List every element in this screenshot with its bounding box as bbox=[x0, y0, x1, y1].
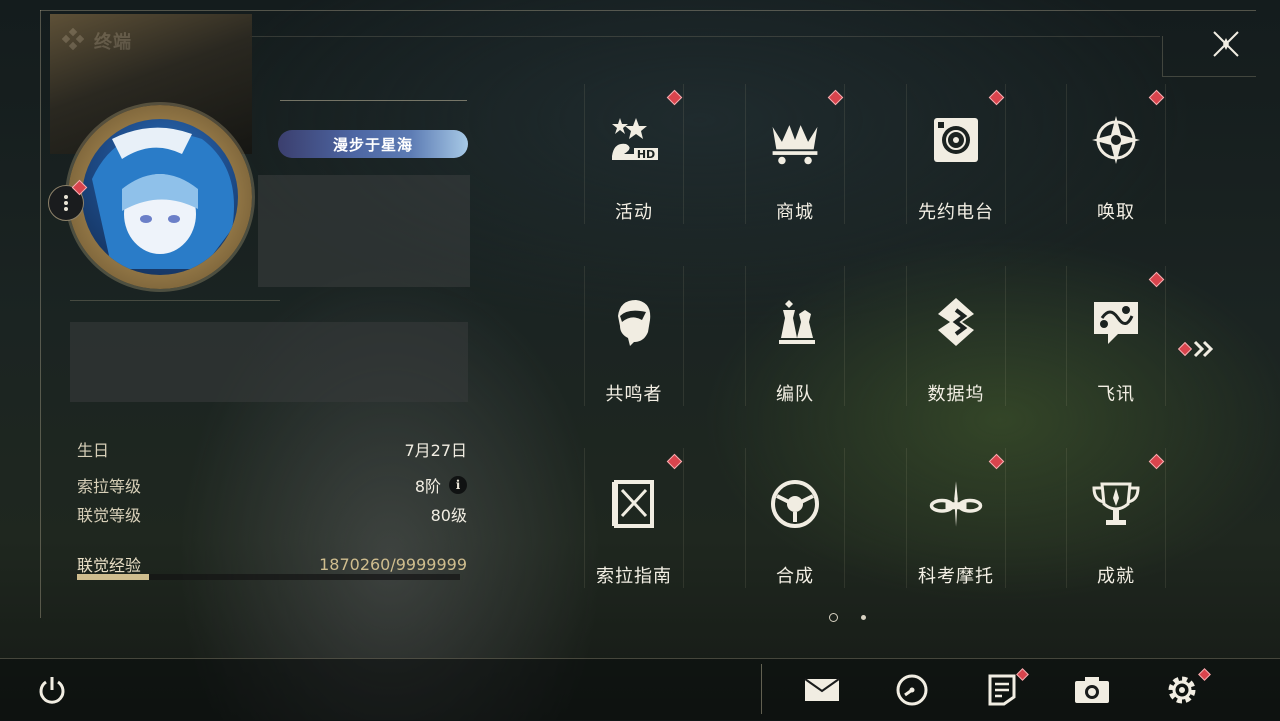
menu-item-frame bbox=[584, 266, 684, 406]
settings-button[interactable] bbox=[1162, 668, 1211, 710]
sola-level-row: 索拉等级 8阶 i bbox=[77, 473, 467, 497]
union-exp-label: 联觉经验 bbox=[77, 556, 142, 575]
next-page-badge bbox=[1177, 341, 1193, 357]
birthday-row: 生日 7月27日 bbox=[77, 437, 467, 461]
name-underline bbox=[280, 100, 467, 101]
mail-icon bbox=[804, 678, 840, 701]
union-exp-value: 1870260/9999999 bbox=[319, 554, 467, 574]
menu-item[interactable]: HD 活动 bbox=[584, 84, 684, 224]
menu-item-frame bbox=[1066, 266, 1166, 406]
menu-item[interactable]: 索拉指南 bbox=[584, 448, 684, 588]
menu-item-frame bbox=[745, 84, 845, 224]
avatar-portrait bbox=[92, 127, 234, 269]
close-button[interactable] bbox=[1208, 26, 1244, 62]
info-icon[interactable]: i bbox=[449, 476, 467, 494]
bio-area bbox=[70, 322, 468, 402]
camera-button[interactable] bbox=[1072, 670, 1112, 710]
union-exp-row: 联觉经验 1870260/9999999 bbox=[77, 552, 467, 576]
title-badge[interactable]: 漫步于星海 bbox=[278, 130, 468, 158]
sola-level-value: 8阶 bbox=[414, 477, 441, 496]
birthday-label: 生日 bbox=[77, 441, 110, 460]
union-level-label: 联觉等级 bbox=[77, 506, 142, 525]
more-vertical-icon bbox=[64, 195, 68, 211]
power-button[interactable] bbox=[32, 670, 72, 710]
close-icon bbox=[1213, 31, 1239, 57]
signature-area bbox=[258, 175, 470, 287]
menu-item[interactable]: 商城 bbox=[745, 84, 845, 224]
menu-item[interactable]: 合成 bbox=[745, 448, 845, 588]
menu-item-frame bbox=[1066, 84, 1166, 224]
menu-item-frame bbox=[745, 266, 845, 406]
union-level-row: 联觉等级 80级 bbox=[77, 502, 467, 526]
title-badge-text: 漫步于星海 bbox=[332, 135, 413, 154]
union-level-value: 80级 bbox=[430, 506, 467, 525]
union-exp-bar bbox=[77, 574, 460, 580]
menu-item[interactable]: 编队 bbox=[745, 266, 845, 406]
menu-item-frame bbox=[745, 448, 845, 588]
settings-icon bbox=[1168, 676, 1196, 704]
menu-item[interactable]: 科考摩托 bbox=[906, 448, 1006, 588]
menu-item-frame bbox=[906, 266, 1006, 406]
mail-button[interactable] bbox=[802, 670, 842, 710]
page-indicator-2[interactable] bbox=[861, 615, 866, 620]
menu-item-frame bbox=[906, 84, 1006, 224]
camera-icon bbox=[1075, 677, 1109, 703]
menu-item[interactable]: 唤取 bbox=[1066, 84, 1166, 224]
double-chevron-right-icon bbox=[1193, 340, 1214, 358]
page-indicator-1[interactable] bbox=[829, 613, 838, 622]
menu-item[interactable]: 飞讯 bbox=[1066, 266, 1166, 406]
menu-item[interactable]: 成就 bbox=[1066, 448, 1166, 588]
menu-item-frame bbox=[584, 448, 684, 588]
next-page-button[interactable] bbox=[1177, 340, 1216, 358]
menu-item[interactable]: 先约电台 bbox=[906, 84, 1006, 224]
union-exp-fill bbox=[77, 574, 149, 580]
clock-button[interactable] bbox=[892, 670, 932, 710]
menu-item-frame bbox=[906, 448, 1006, 588]
menu-item[interactable]: 数据坞 bbox=[906, 266, 1006, 406]
clock-icon bbox=[896, 674, 928, 706]
notice-button[interactable] bbox=[982, 668, 1029, 710]
birthday-value: 7月27日 bbox=[404, 441, 467, 460]
power-icon bbox=[39, 677, 65, 704]
notice-icon bbox=[988, 674, 1016, 706]
menu-item-frame bbox=[584, 84, 684, 224]
menu-item-frame bbox=[1066, 448, 1166, 588]
menu-item[interactable]: 共鸣者 bbox=[584, 266, 684, 406]
avatar[interactable] bbox=[82, 119, 238, 275]
sola-level-label: 索拉等级 bbox=[77, 477, 142, 496]
